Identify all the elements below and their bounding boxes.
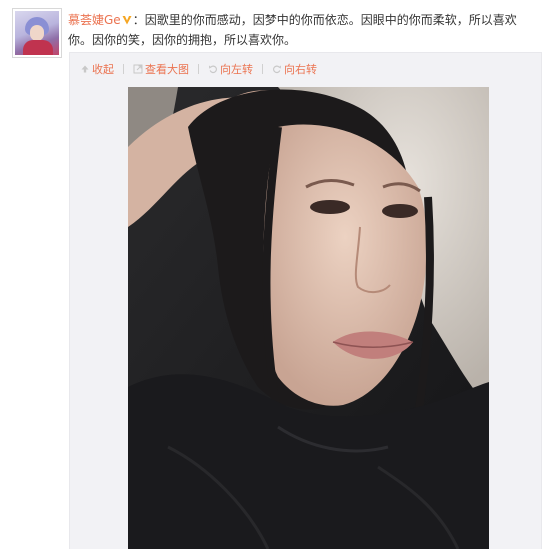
selfie-illustration [128,87,489,549]
collapse-arrow-icon [80,64,90,74]
rotate-left-icon [208,64,218,74]
rotate-left-button[interactable]: 向左转 [208,61,253,77]
username-separator: ： [132,13,145,27]
rotate-right-label: 向右转 [284,63,317,76]
vip-badge-icon[interactable] [122,15,132,25]
username-link[interactable]: 慕荟婕Ge [68,13,121,27]
media-toolbar: 收起 查看大图 向左转 向右转 [80,61,317,77]
toolbar-divider [198,64,199,74]
rotate-right-button[interactable]: 向右转 [272,61,317,77]
post-content: 慕荟婕Ge ：因歌里的你而感动，因梦中的你而依恋。因眼中的你而柔软，所以喜欢你。因… [68,10,536,50]
media-panel: 收起 查看大图 向左转 向右转 [69,52,542,549]
view-large-label: 查看大图 [145,63,189,76]
collapse-button[interactable]: 收起 [80,61,114,77]
toolbar-divider [123,64,124,74]
avatar-frame[interactable] [12,8,62,58]
rotate-left-label: 向左转 [220,63,253,76]
toolbar-divider [262,64,263,74]
post-photo[interactable] [128,87,489,549]
rotate-right-icon [272,64,282,74]
view-large-button[interactable]: 查看大图 [133,61,189,77]
avatar[interactable] [15,11,59,55]
collapse-label: 收起 [92,63,114,76]
view-large-icon [133,64,143,74]
